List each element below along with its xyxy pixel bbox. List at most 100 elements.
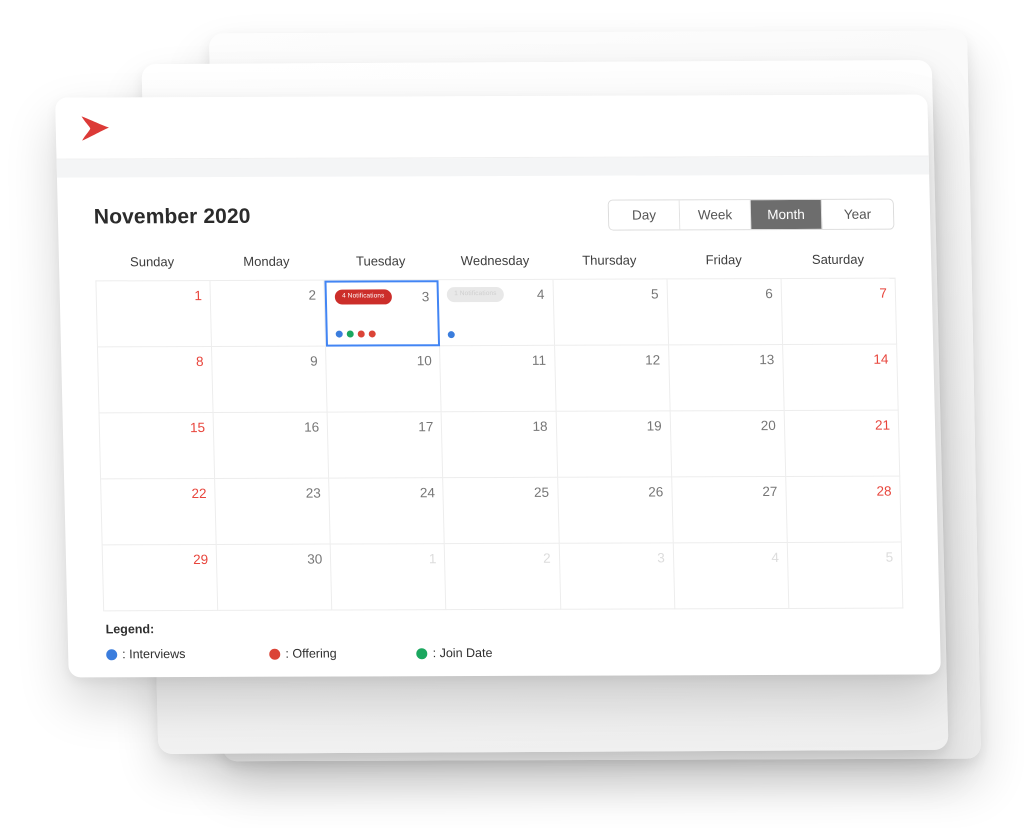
- day-cell[interactable]: 12: [554, 345, 671, 412]
- day-cell[interactable]: 9: [212, 346, 328, 413]
- chevron-right-logo-icon: [77, 113, 116, 143]
- view-toggle-day[interactable]: Day: [608, 200, 681, 230]
- legend-item: : Join Date: [416, 645, 493, 661]
- day-number: 6: [765, 285, 773, 301]
- view-toggle-week[interactable]: Week: [679, 200, 752, 230]
- day-cell[interactable]: 18: [442, 411, 558, 479]
- day-cell[interactable]: 6: [667, 279, 783, 346]
- legend-item: : Interviews: [106, 647, 186, 661]
- day-cell-top: 1: [339, 550, 437, 567]
- day-number: 4: [771, 549, 780, 565]
- day-cell-top: 5: [796, 549, 894, 566]
- day-number: 19: [646, 418, 662, 434]
- day-cell[interactable]: 13: [668, 345, 785, 412]
- day-number: 11: [531, 352, 547, 368]
- day-cell[interactable]: 5: [787, 542, 904, 609]
- legend-item-label: : Join Date: [432, 645, 493, 661]
- day-cell[interactable]: 15: [99, 412, 216, 480]
- day-cell[interactable]: 4: [673, 542, 790, 610]
- weekday-header-friday: Friday: [705, 252, 742, 268]
- day-cell-top: 2: [453, 550, 551, 567]
- day-cell-top: 15: [108, 419, 206, 436]
- day-number: 24: [419, 484, 436, 500]
- day-cell[interactable]: 28: [786, 476, 902, 543]
- event-dot[interactable]: [357, 330, 366, 338]
- day-cell[interactable]: 10: [326, 346, 443, 413]
- day-cell[interactable]: 7: [781, 278, 898, 346]
- day-cell-top: 4: [682, 549, 780, 566]
- day-cell[interactable]: 27: [671, 476, 788, 544]
- day-cell[interactable]: 16: [213, 412, 330, 479]
- day-number: 2: [542, 550, 551, 566]
- day-cell[interactable]: 1: [96, 281, 213, 348]
- day-cell[interactable]: 2: [210, 280, 327, 348]
- day-cell-top: 3: [567, 549, 665, 566]
- day-cell[interactable]: 17: [327, 412, 444, 479]
- calendar-grid[interactable]: 124 Notifications 3 1 Notifications 4 5 6 7 8 9 1…: [95, 277, 904, 612]
- event-dot-row: [448, 331, 456, 339]
- day-cell[interactable]: 1: [330, 544, 447, 611]
- day-cell-top: 16: [222, 419, 320, 436]
- app-header-bar: [55, 94, 929, 160]
- day-cell-top: 4 Notifications 3: [334, 288, 430, 305]
- day-number: 25: [533, 484, 550, 500]
- day-number: 30: [307, 551, 323, 567]
- day-number: 22: [191, 485, 207, 501]
- day-cell[interactable]: 24: [329, 478, 446, 545]
- day-cell-top: 14: [791, 351, 889, 368]
- day-cell[interactable]: 4 Notifications 3: [324, 280, 441, 347]
- day-cell[interactable]: 5: [553, 279, 669, 346]
- day-cell[interactable]: 26: [557, 477, 674, 544]
- day-cell[interactable]: 19: [556, 411, 672, 478]
- day-number: 7: [879, 285, 888, 301]
- day-cell[interactable]: 3: [559, 543, 676, 610]
- event-dot[interactable]: [368, 330, 377, 338]
- view-toggle-month[interactable]: Month: [750, 199, 823, 230]
- calendar-content-panel: November 2020 Day Week Month Year Sunday Mon…: [73, 180, 925, 668]
- view-toggle-year[interactable]: Year: [821, 199, 894, 229]
- header-gutter: [56, 156, 930, 178]
- weekday-header-thursday: Thursday: [582, 252, 637, 268]
- event-dot[interactable]: [448, 331, 456, 339]
- legend-item: : Offering: [269, 647, 337, 661]
- day-cell[interactable]: 2: [445, 543, 561, 611]
- day-cell-top: 5: [561, 285, 659, 302]
- day-cell-top: 27: [680, 483, 778, 500]
- day-cell[interactable]: 30: [216, 544, 333, 611]
- view-toggle-group[interactable]: Day Week Month Year: [607, 198, 895, 231]
- day-number: 20: [760, 417, 777, 433]
- day-cell-top: 19: [564, 417, 662, 434]
- notification-badge[interactable]: 1 Notifications: [447, 287, 504, 302]
- weekday-header-wednesday: Wednesday: [460, 252, 530, 269]
- day-number: 21: [874, 417, 891, 433]
- day-number: 5: [885, 549, 894, 565]
- day-cell[interactable]: 14: [782, 344, 899, 411]
- day-number: 17: [418, 418, 434, 435]
- day-cell[interactable]: 22: [101, 478, 217, 546]
- day-cell-top: 23: [223, 485, 321, 502]
- event-dot[interactable]: [335, 330, 344, 338]
- day-cell-top: 11: [449, 352, 547, 369]
- calendar-app-window: November 2020 Day Week Month Year Sunday Mon…: [55, 94, 941, 678]
- day-cell[interactable]: 21: [784, 410, 901, 477]
- day-cell-top: 26: [566, 483, 664, 500]
- day-number: 18: [532, 418, 548, 434]
- day-cell-top: 2: [219, 287, 317, 304]
- day-number: 16: [303, 419, 320, 435]
- day-cell[interactable]: 8: [97, 347, 214, 414]
- day-cell-top: 1 Notifications 4: [447, 286, 545, 303]
- day-cell-top: 10: [334, 352, 432, 369]
- weekday-header-row: Sunday Monday Tuesday Wednesday Thursday Frid…: [95, 252, 896, 274]
- day-cell[interactable]: 20: [670, 410, 787, 478]
- day-cell-top: 13: [677, 351, 775, 368]
- event-dot[interactable]: [346, 330, 355, 338]
- day-cell[interactable]: 25: [443, 477, 560, 545]
- day-cell[interactable]: 29: [102, 544, 219, 612]
- day-cell[interactable]: 23: [215, 478, 331, 545]
- day-number: 23: [305, 485, 321, 501]
- day-number: 10: [416, 352, 432, 369]
- legend-items: : Interviews : Offering : Join Date: [106, 645, 904, 662]
- day-cell[interactable]: 1 Notifications 4: [438, 279, 555, 347]
- notification-badge[interactable]: 4 Notifications: [334, 289, 392, 305]
- day-cell[interactable]: 11: [440, 345, 557, 413]
